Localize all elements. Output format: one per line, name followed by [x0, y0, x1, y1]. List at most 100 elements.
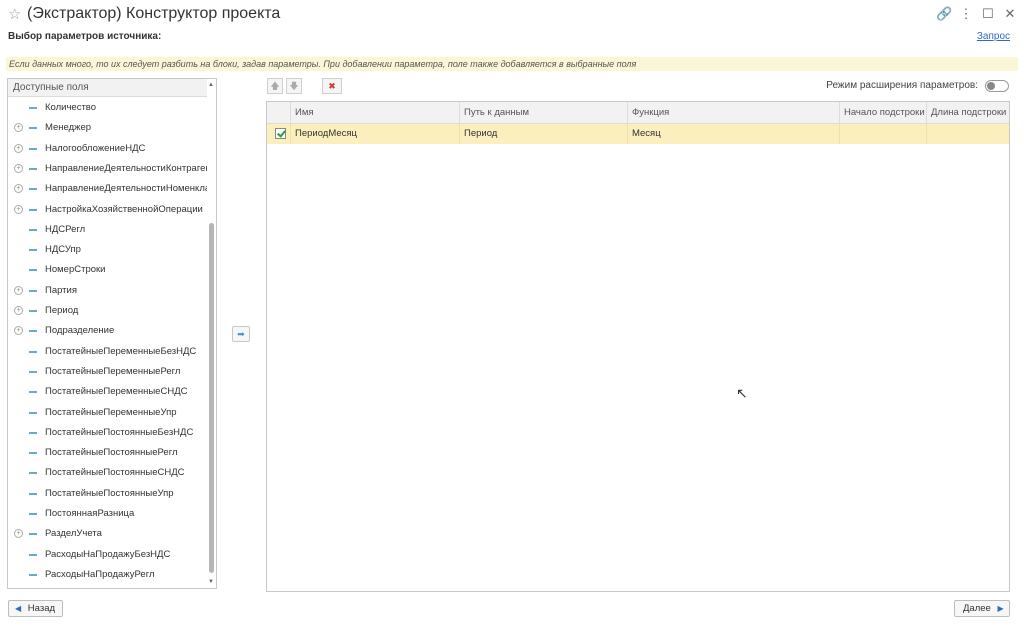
tree-item[interactable]: НДСУпр — [8, 240, 208, 260]
row-checkbox[interactable] — [275, 128, 286, 139]
tree-item-label: ПостатейныеПеременныеБезНДС — [45, 345, 197, 357]
tree-item-label: НалогообложениеНДС — [45, 142, 146, 154]
scroll-up-icon[interactable]: ▲ — [208, 82, 214, 88]
tree-item[interactable]: ПостатейныеПостоянныеБезНДС — [8, 423, 208, 443]
field-icon — [29, 553, 37, 556]
page-subtitle: Выбор параметров источника: — [8, 31, 162, 42]
cell-length[interactable] — [927, 124, 1009, 144]
grid-header-length[interactable]: Длина подстроки — [927, 102, 1009, 123]
link-icon[interactable]: 🔗 — [936, 6, 952, 22]
arrow-up-icon: 🡅 — [270, 81, 280, 91]
expand-icon[interactable]: + — [14, 143, 23, 153]
tree-item-label: ПостатейныеПостоянныеУпр — [45, 487, 174, 499]
tree-item[interactable]: ПостатейныеПеременныеРегл — [8, 362, 208, 382]
tree-item[interactable]: ПостатейныеПеременныеБезНДС — [8, 342, 208, 362]
tree-item[interactable]: ПостатейныеПеременныеСНДС — [8, 382, 208, 402]
expand-icon[interactable]: + — [14, 204, 23, 214]
tree-item[interactable]: + НаправлениеДеятельностиНоменклат... — [8, 179, 216, 199]
tree-item-label: Период — [45, 305, 79, 316]
back-button[interactable]: ◀ Назад — [8, 600, 63, 617]
grid-header-name[interactable]: Имя — [291, 102, 460, 123]
next-label: Далее — [963, 603, 991, 614]
parameters-grid: Имя Путь к данным Функция Начало подстро… — [266, 101, 1010, 592]
tree-item[interactable]: + Партия — [8, 281, 208, 301]
favorite-star-icon[interactable]: ☆ — [8, 5, 21, 23]
expand-icon[interactable]: + — [14, 306, 23, 315]
expand-icon[interactable]: + — [14, 529, 23, 539]
add-parameter-button[interactable]: ➡ — [232, 326, 250, 342]
scroll-down-icon[interactable]: ▼ — [208, 579, 214, 585]
field-icon — [29, 573, 37, 576]
tree-item-label: НастройкаХозяйственнойОперации — [45, 203, 203, 215]
tree-item[interactable]: + РазделУчета — [8, 524, 208, 544]
field-icon — [29, 370, 37, 373]
maximize-icon[interactable]: ☐ — [980, 6, 996, 22]
tree-item[interactable]: + НаправлениеДеятельностиКонтрагента — [8, 159, 216, 179]
mouse-cursor-icon: ↖ — [736, 385, 748, 401]
tree-item[interactable]: НомерСтроки — [8, 260, 208, 280]
field-icon — [29, 330, 37, 333]
field-icon — [29, 107, 37, 109]
tree-item-label: РасходыНаПродажуБезНДС — [45, 548, 171, 560]
tree-scrollbar[interactable]: ▲ ▼ — [207, 79, 216, 588]
tree-item-label: РасходыНаПродажуРегл — [45, 568, 155, 580]
arrow-right-icon: ➡ — [237, 329, 245, 339]
cell-function[interactable]: Месяц — [628, 124, 840, 144]
cell-start[interactable] — [840, 124, 927, 144]
tree-item[interactable]: РасходыНаПродажуРегл — [8, 565, 208, 585]
tree-item[interactable]: + Период — [8, 301, 208, 321]
arrow-down-icon: 🡇 — [289, 81, 299, 91]
field-icon — [29, 411, 37, 414]
back-label: Назад — [27, 603, 56, 614]
tree-item-label: НаправлениеДеятельностиНоменклат... — [45, 183, 217, 195]
extension-mode-label: Режим расширения параметров: — [826, 80, 978, 91]
tree-item[interactable]: ПостатейныеПостоянныеСНДС — [8, 463, 208, 483]
extension-mode-toggle[interactable] — [985, 80, 1009, 92]
close-icon[interactable]: ✕ — [1002, 6, 1018, 22]
grid-header-start[interactable]: Начало подстроки — [840, 102, 927, 123]
cell-name[interactable]: ПериодМесяц — [291, 124, 460, 144]
delete-button[interactable]: ✖ — [322, 78, 342, 94]
more-menu-icon[interactable]: ⋮ — [958, 6, 974, 22]
tree-item-label: НомерСтроки — [45, 264, 106, 276]
tree-item[interactable]: ПостатейныеПостоянныеУпр — [8, 484, 208, 504]
expand-icon[interactable]: + — [14, 184, 23, 194]
expand-icon[interactable]: + — [14, 123, 23, 133]
field-icon — [29, 208, 37, 211]
field-icon — [29, 350, 37, 353]
field-icon — [29, 188, 37, 191]
scroll-thumb[interactable] — [209, 223, 214, 573]
grid-header-path[interactable]: Путь к данным — [460, 102, 628, 123]
tree-item-label: Партия — [45, 284, 77, 296]
tree-item[interactable]: НДСРегл — [8, 220, 208, 240]
hint-banner: Если данных много, то их следует разбить… — [6, 57, 1018, 71]
expand-icon[interactable]: + — [14, 163, 23, 173]
tree-item[interactable]: Количество — [8, 98, 208, 118]
query-link[interactable]: Запрос — [977, 31, 1010, 42]
tree-item-label: НДСУпр — [45, 244, 81, 256]
table-row[interactable]: ПериодМесяц Период Месяц — [267, 124, 1009, 144]
cell-path[interactable]: Период — [460, 124, 628, 144]
tree-item[interactable]: РасходыНаПродажуБезНДС — [8, 545, 208, 565]
tree-item-label: Менеджер — [45, 122, 92, 134]
tree-item[interactable]: ПостатейныеПостоянныеРегл — [8, 443, 208, 463]
tree-item-label: НаправлениеДеятельностиКонтрагента — [45, 162, 217, 174]
move-up-button[interactable]: 🡅 — [267, 78, 283, 94]
row-check-cell — [267, 124, 291, 144]
tree-item[interactable]: + НалогообложениеНДС — [8, 139, 208, 159]
tree-item[interactable]: ПостояннаяРазница — [8, 504, 208, 524]
tree-item[interactable]: + Менеджер — [8, 118, 208, 138]
field-icon — [29, 127, 37, 130]
expand-icon[interactable]: + — [14, 326, 23, 336]
tree-item[interactable]: ПостатейныеПеременныеУпр — [8, 403, 208, 423]
move-down-button[interactable]: 🡇 — [286, 78, 302, 94]
tree-item-label: ПостатейныеПостоянныеБезНДС — [45, 426, 194, 438]
expand-icon[interactable]: + — [14, 285, 23, 295]
grid-header-function[interactable]: Функция — [628, 102, 840, 123]
back-arrow-icon: ◀ — [15, 604, 22, 613]
tree-item[interactable]: + Подразделение — [8, 321, 208, 341]
tree-item[interactable]: + НастройкаХозяйственнойОперации — [8, 200, 208, 220]
next-button[interactable]: Далее ▶ — [954, 600, 1010, 617]
tree-item-label: ПостатейныеПостоянныеРегл — [45, 447, 178, 459]
field-icon — [29, 391, 37, 394]
